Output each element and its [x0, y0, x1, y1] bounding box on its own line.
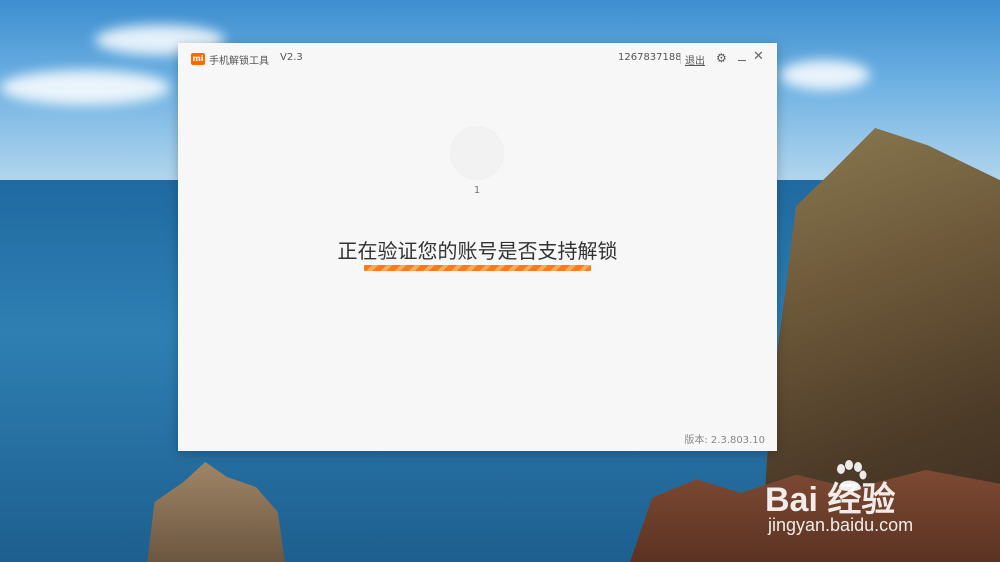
- watermark-brand: Bai 经验: [765, 481, 896, 519]
- close-icon[interactable]: ✕: [753, 50, 765, 64]
- avatar-label: 1: [473, 185, 481, 196]
- minimize-icon[interactable]: [736, 51, 748, 65]
- cloud: [780, 60, 870, 90]
- unlock-tool-window: mi 手机解锁工具 V2.3 1267837188 退出 ⚙ ✕ 1 正在验证您…: [178, 43, 777, 451]
- version-label: 版本: 2.3.803.10: [684, 435, 765, 446]
- title-bar[interactable]: mi 手机解锁工具 V2.3 1267837188 退出 ⚙ ✕: [178, 43, 777, 75]
- logout-link[interactable]: 退出: [685, 52, 705, 67]
- baidu-watermark: Bai 经验 jingyan.baidu.com: [765, 460, 985, 540]
- watermark-url: jingyan.baidu.com: [768, 515, 914, 535]
- mi-logo-icon: mi: [191, 53, 205, 65]
- gear-icon[interactable]: ⚙: [716, 51, 728, 65]
- avatar: [451, 127, 503, 179]
- app-title: 手机解锁工具: [209, 56, 269, 67]
- status-message: 正在验证您的账号是否支持解锁: [337, 239, 618, 263]
- app-version: V2.3: [280, 52, 303, 63]
- progress-bar: [364, 265, 591, 271]
- divider: [680, 53, 681, 64]
- cloud: [0, 70, 170, 105]
- account-id: 1267837188: [618, 52, 682, 63]
